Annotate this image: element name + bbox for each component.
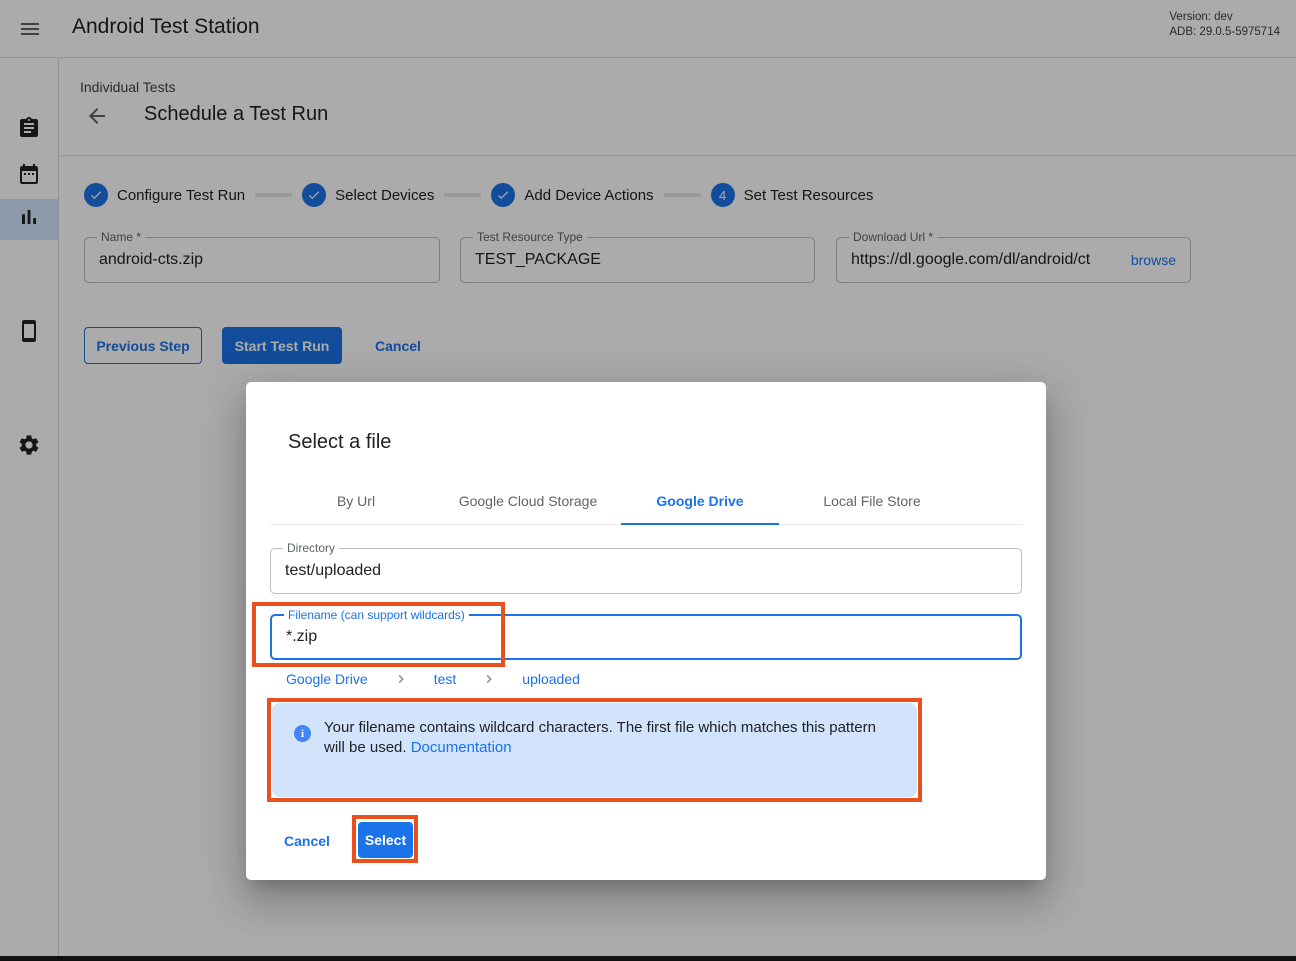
filename-field[interactable]: Filename (can support wildcards) *.zip <box>270 614 1022 660</box>
directory-field-value[interactable]: test/uploaded <box>285 562 1007 580</box>
tab-google-drive[interactable]: Google Drive <box>614 478 786 524</box>
wildcard-info-sentence: Your filename contains wildcard characte… <box>324 719 876 756</box>
directory-field[interactable]: Directory test/uploaded <box>270 548 1022 594</box>
dialog-title: Select a file <box>288 431 391 454</box>
breadcrumb-test[interactable]: test <box>434 671 457 687</box>
wildcard-info-banner: i Your filename contains wildcard charac… <box>272 703 917 797</box>
filename-field-label: Filename (can support wildcards) <box>284 609 469 622</box>
select-file-dialog: Select a file By Url Google Cloud Storag… <box>246 382 1046 880</box>
info-icon: i <box>294 725 311 742</box>
breadcrumb-google-drive[interactable]: Google Drive <box>286 671 368 687</box>
tab-google-cloud-storage[interactable]: Google Cloud Storage <box>442 478 614 524</box>
breadcrumb-uploaded[interactable]: uploaded <box>522 671 580 687</box>
directory-field-label: Directory <box>283 542 339 555</box>
dialog-cancel-button[interactable]: Cancel <box>282 823 332 859</box>
drive-breadcrumb: Google Drive test uploaded <box>286 671 580 687</box>
tab-by-url[interactable]: By Url <box>270 478 442 524</box>
window-bottom-edge <box>0 956 1296 961</box>
file-source-tabs: By Url Google Cloud Storage Google Drive… <box>270 478 1022 525</box>
app-window: Android Test Station Version: dev ADB: 2… <box>0 0 1296 961</box>
dialog-select-button[interactable]: Select <box>358 822 413 858</box>
chevron-right-icon <box>481 671 497 687</box>
tab-local-file-store[interactable]: Local File Store <box>786 478 958 524</box>
filename-field-value[interactable]: *.zip <box>286 628 1006 646</box>
wildcard-info-text: Your filename contains wildcard characte… <box>324 718 886 757</box>
chevron-right-icon <box>393 671 409 687</box>
documentation-link[interactable]: Documentation <box>411 739 512 756</box>
